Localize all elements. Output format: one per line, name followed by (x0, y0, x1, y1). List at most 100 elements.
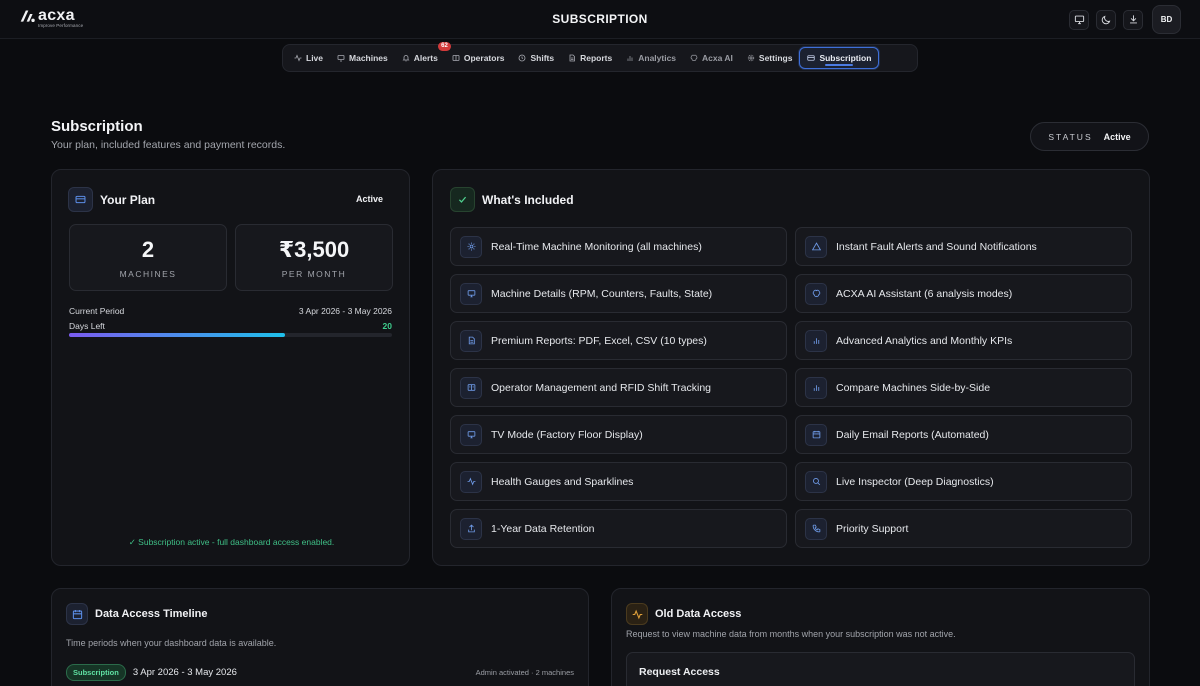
feature-label: Health Gauges and Sparklines (491, 475, 634, 488)
nav-label: Operators (463, 53, 505, 63)
nav-analytics[interactable]: Analytics (619, 47, 683, 69)
file-icon (468, 336, 475, 345)
monitor-icon (467, 290, 475, 298)
feature-item: Daily Email Reports (Automated) (795, 415, 1132, 454)
nav-settings[interactable]: Settings (740, 47, 800, 69)
period-value: 3 Apr 2026 - 3 May 2026 (298, 306, 392, 316)
feature-item: 1-Year Data Retention (450, 509, 787, 548)
check-icon (458, 196, 467, 203)
nav-label: Reports (580, 53, 613, 63)
included-icon-box (450, 187, 475, 212)
price-value: ₹3,500 (278, 237, 350, 262)
moon-icon (1101, 15, 1110, 25)
feature-label: Premium Reports: PDF, Excel, CSV (10 typ… (491, 334, 707, 347)
warning-icon (811, 242, 821, 251)
nav-reports[interactable]: Reports (561, 47, 619, 69)
tv-mode-button[interactable] (1069, 9, 1089, 30)
download-button[interactable] (1123, 9, 1143, 30)
status-label: STATUS (1048, 131, 1093, 142)
feature-label: Instant Fault Alerts and Sound Notificat… (836, 240, 1037, 253)
top-actions: BD (1069, 5, 1181, 34)
old-data-card-header: Old Data Access (626, 603, 741, 625)
feature-label: Real-Time Machine Monitoring (all machin… (491, 240, 702, 253)
nav-machines[interactable]: Machines (330, 47, 395, 69)
plan-card-header: Your Plan (68, 187, 155, 212)
nav-label: Subscription (819, 53, 872, 63)
nav-shifts[interactable]: Shifts (511, 47, 561, 69)
timeline-subtitle: Time periods when your dashboard data is… (66, 638, 277, 648)
nav-label: Settings (758, 53, 793, 63)
request-access-panel[interactable]: Request Access (626, 652, 1135, 686)
search-icon (812, 477, 820, 486)
days-left-row: Days Left 20 (69, 321, 392, 331)
plan-card: Your Plan Active 2 MACHINES ₹3,500 PER M… (51, 169, 410, 566)
feature-label: Priority Support (836, 522, 909, 535)
id-card-icon (467, 384, 475, 391)
bell-icon (402, 55, 410, 62)
main-nav: Live Machines Alerts 62 Operators Shifts… (282, 42, 918, 72)
id-card-icon (452, 55, 460, 61)
timeline-meta: Admin activated · 2 machines (475, 668, 574, 677)
price-stat: ₹3,500 PER MONTH (235, 224, 393, 291)
nav-label: Live (306, 53, 324, 63)
phone-icon (812, 524, 820, 533)
feature-item: ACXA AI Assistant (6 analysis modes) (795, 274, 1132, 313)
nav-live[interactable]: Live (287, 47, 330, 69)
feature-item: Health Gauges and Sparklines (450, 462, 787, 501)
included-title: What's Included (482, 192, 574, 207)
gear-icon (747, 54, 755, 62)
plan-footer-note: ✓ Subscription active - full dashboard a… (128, 537, 335, 547)
period-progress-fill (69, 333, 286, 337)
old-data-subtitle: Request to view machine data from months… (626, 629, 956, 639)
page-header-title: SUBSCRIPTION (552, 12, 648, 26)
upload-icon (467, 524, 475, 533)
sun-icon (467, 242, 475, 251)
nav-alerts[interactable]: Alerts 62 (395, 42, 451, 69)
plan-icon-box (68, 187, 93, 212)
nav-label: Analytics (638, 53, 677, 63)
feature-item: Instant Fault Alerts and Sound Notificat… (795, 227, 1132, 266)
machines-stat: 2 MACHINES (69, 224, 227, 291)
nav-operators[interactable]: Operators (445, 47, 512, 69)
nav-subscription[interactable]: Subscription (799, 47, 880, 69)
feature-label: Operator Management and RFID Shift Track… (491, 381, 712, 394)
feature-item: Priority Support (795, 509, 1132, 548)
theme-toggle-button[interactable] (1096, 9, 1116, 30)
feature-item: Live Inspector (Deep Diagnostics) (795, 462, 1132, 501)
feature-label: Machine Details (RPM, Counters, Faults, … (491, 287, 713, 300)
monitor-icon (1074, 15, 1084, 25)
card-icon (75, 195, 86, 204)
included-card: What's Included Real-Time Machine Monito… (432, 169, 1150, 566)
timeline-range: 3 Apr 2026 - 3 May 2026 (132, 667, 237, 678)
days-left-value: 20 (382, 321, 392, 331)
page-subtitle: Your plan, included features and payment… (51, 139, 286, 151)
timeline-title: Data Access Timeline (95, 608, 208, 620)
calendar-icon (812, 430, 820, 439)
card-icon (807, 55, 816, 61)
subscription-tag: Subscription (66, 664, 126, 681)
bar-chart-icon (813, 385, 819, 391)
download-icon (1129, 15, 1137, 24)
timeline-card-header: Data Access Timeline (66, 603, 208, 625)
feature-item: Advanced Analytics and Monthly KPIs (795, 321, 1132, 360)
feature-label: ACXA AI Assistant (6 analysis modes) (836, 287, 1013, 300)
feature-label: 1-Year Data Retention (491, 522, 595, 535)
user-avatar[interactable]: BD (1152, 5, 1181, 34)
feature-label: Daily Email Reports (Automated) (836, 428, 989, 441)
timeline-icon-box (66, 603, 88, 625)
old-data-title: Old Data Access (655, 608, 742, 620)
page-title: Subscription (51, 118, 143, 135)
plan-title: Your Plan (100, 192, 156, 207)
request-access-title: Request Access (639, 666, 720, 678)
file-icon (569, 54, 576, 62)
price-label: PER MONTH (281, 269, 347, 279)
period-label: Current Period (69, 306, 125, 316)
activity-icon (632, 609, 642, 619)
calendar-icon (72, 609, 82, 619)
status-value: Active (1103, 131, 1131, 142)
nav-acxa-ai[interactable]: Acxa AI (683, 47, 740, 69)
bar-chart-icon (813, 338, 819, 344)
feature-item: Premium Reports: PDF, Excel, CSV (10 typ… (450, 321, 787, 360)
old-data-icon-box (626, 603, 648, 625)
feature-label: Advanced Analytics and Monthly KPIs (836, 334, 1013, 347)
